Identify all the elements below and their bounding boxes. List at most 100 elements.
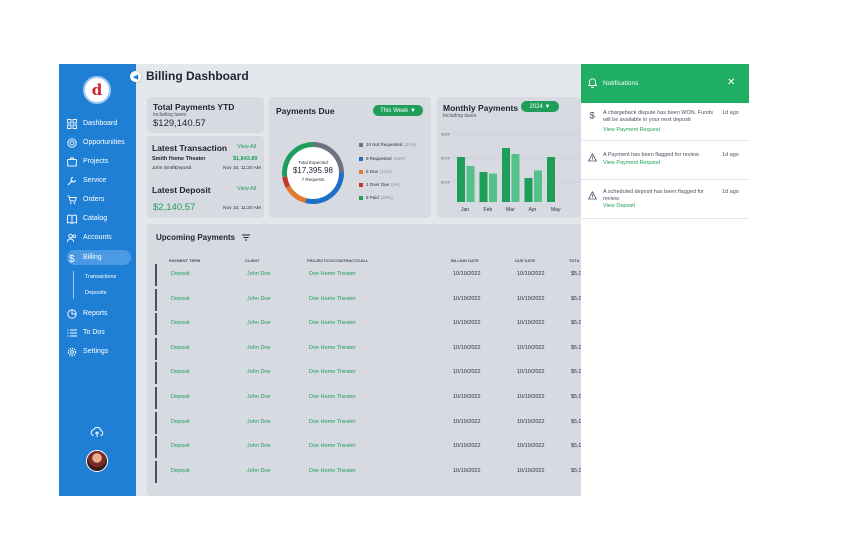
app-window: d Dashboard Opportunities Projects Servi… bbox=[59, 64, 749, 496]
cell-project[interactable]: Doe Home Theater bbox=[309, 443, 356, 449]
sidebar-item-projects[interactable]: Projects bbox=[67, 154, 135, 169]
cell-term[interactable]: Deposit bbox=[171, 345, 190, 351]
year-filter-dropdown[interactable]: 2024 ▼ bbox=[521, 101, 559, 112]
sidebar-item-accounts[interactable]: Accounts bbox=[67, 230, 135, 245]
column-header-client[interactable]: CLIENT bbox=[245, 258, 259, 263]
bar-mar-1[interactable] bbox=[511, 154, 520, 202]
sidebar-item-billing[interactable]: $ Billing bbox=[67, 250, 131, 265]
sidebar-item-service[interactable]: Service bbox=[67, 173, 135, 188]
notification-link[interactable]: View Payment Request bbox=[603, 160, 660, 166]
cell-client[interactable]: John Doe bbox=[247, 345, 271, 351]
bar-jan-0[interactable] bbox=[457, 157, 465, 202]
sidebar-item-reports[interactable]: Reports bbox=[67, 306, 135, 321]
cell-project[interactable]: Doe Home Theater bbox=[309, 271, 356, 277]
cell-billing-date: 10/10/2022 bbox=[453, 394, 481, 400]
donut-label: Total Expected bbox=[298, 160, 328, 165]
table-row[interactable]: Deposit John Doe Doe Home Theater 10/10/202… bbox=[155, 362, 585, 385]
latest-transaction-view-all[interactable]: View All bbox=[237, 144, 256, 150]
column-header-billing-date[interactable]: BILLING DATE bbox=[451, 258, 479, 263]
cell-client[interactable]: John Doe bbox=[247, 419, 271, 425]
sidebar-item-opportunities[interactable]: Opportunities bbox=[67, 135, 135, 150]
table-row[interactable]: Deposit John Doe Doe Home Theater 10/10/202… bbox=[155, 288, 585, 311]
cell-term[interactable]: Deposit bbox=[171, 271, 190, 277]
cell-due-date: 10/10/2022 bbox=[517, 369, 545, 376]
bar-may-0[interactable] bbox=[547, 157, 555, 202]
notifications-title: Notifications bbox=[603, 80, 639, 87]
sidebar-subitem-transactions[interactable]: Transactions bbox=[85, 274, 116, 280]
legend-swatch bbox=[359, 156, 363, 161]
cell-client[interactable]: John Doe bbox=[247, 296, 271, 302]
latest-transaction-title: Latest Transaction bbox=[152, 143, 228, 153]
cell-project[interactable]: Doe Home Theater bbox=[309, 345, 356, 351]
cell-term[interactable]: Deposit bbox=[171, 369, 190, 375]
legend-label: 10 Not Requested bbox=[366, 142, 403, 147]
latest-deposit-view-all[interactable]: View All bbox=[237, 186, 256, 192]
y-tick-label: $10K bbox=[441, 180, 451, 185]
filter-icon[interactable] bbox=[242, 234, 250, 241]
bar-mar-0[interactable] bbox=[502, 148, 510, 202]
bar-feb-1[interactable] bbox=[489, 173, 497, 203]
cell-term[interactable]: Deposit bbox=[171, 296, 190, 302]
column-header-project[interactable]: PROJECT/CO/CONTRACT/CALL bbox=[307, 258, 368, 263]
sidebar-item-dashboard[interactable]: Dashboard bbox=[67, 116, 135, 131]
latest-card: Latest Transaction View All Smith Home T… bbox=[147, 136, 264, 218]
bar-jan-1[interactable] bbox=[466, 166, 475, 202]
bar-feb-0[interactable] bbox=[479, 172, 488, 202]
bar-apr-1[interactable] bbox=[534, 170, 542, 203]
wrench-icon bbox=[67, 176, 76, 185]
transaction-name: Smith Home Theater bbox=[152, 156, 206, 162]
warning-icon bbox=[588, 191, 597, 200]
table-row[interactable]: Deposit John Doe Doe Home Theater 10/10/202… bbox=[155, 387, 585, 409]
sidebar-item-orders[interactable]: Orders bbox=[67, 192, 135, 207]
column-header-due-date[interactable]: DUE DATE bbox=[515, 258, 535, 263]
table-row[interactable]: Deposit John Doe Doe Home Theater 10/10/202… bbox=[155, 337, 585, 360]
x-tick-label: Feb bbox=[484, 207, 493, 213]
cell-term[interactable]: Deposit bbox=[171, 320, 190, 326]
bell-icon bbox=[588, 78, 597, 88]
close-icon[interactable]: ✕ bbox=[727, 77, 735, 88]
cell-project[interactable]: Doe Home Theater bbox=[309, 394, 356, 400]
week-filter-dropdown[interactable]: This Week ▼ bbox=[373, 105, 423, 116]
collapse-sidebar-button[interactable]: ◀ bbox=[130, 71, 141, 82]
cell-project[interactable]: Doe Home Theater bbox=[309, 468, 356, 474]
cell-client[interactable]: John Doe bbox=[247, 320, 271, 326]
cell-client[interactable]: John Doe bbox=[247, 394, 271, 400]
list-icon bbox=[67, 328, 77, 337]
legend-pct: (21%) bbox=[404, 142, 417, 147]
app-logo[interactable]: d bbox=[83, 76, 111, 104]
table-row[interactable]: Deposit John Doe Doe Home Theater 10/10/202… bbox=[155, 411, 585, 434]
cell-term[interactable]: Deposit bbox=[171, 443, 190, 449]
cell-client[interactable]: John Doe bbox=[247, 443, 271, 449]
cell-project[interactable]: Doe Home Theater bbox=[309, 419, 356, 425]
cell-project[interactable]: Doe Home Theater bbox=[309, 369, 356, 375]
bar-apr-0[interactable] bbox=[524, 178, 533, 202]
notification-item[interactable]: A scheduled deposit has been flagged for… bbox=[581, 181, 749, 219]
cell-project[interactable]: Doe Home Theater bbox=[309, 296, 356, 302]
sidebar-item-todos[interactable]: To Dos bbox=[67, 325, 135, 340]
cloud-upload-icon[interactable] bbox=[90, 426, 104, 438]
cell-client[interactable]: John Doe bbox=[247, 369, 271, 375]
notification-link[interactable]: View Payment Request bbox=[603, 127, 660, 133]
notification-link[interactable]: View Deposit bbox=[603, 203, 635, 209]
cell-client[interactable]: John Doe bbox=[247, 271, 271, 277]
notification-time: 1d ago bbox=[722, 152, 739, 158]
cell-billing-date: 10/10/2022 bbox=[453, 369, 481, 376]
sidebar-item-settings[interactable]: Settings bbox=[67, 344, 135, 359]
cell-term[interactable]: Deposit bbox=[171, 468, 190, 474]
table-row[interactable]: Deposit John Doe Doe Home Theater 10/10/202… bbox=[155, 264, 585, 286]
column-header-total[interactable]: TOTA bbox=[569, 258, 580, 263]
sidebar-subitem-deposits[interactable]: Deposits bbox=[85, 290, 106, 296]
sidebar-item-catalog[interactable]: Catalog bbox=[67, 211, 135, 226]
cell-term[interactable]: Deposit bbox=[171, 419, 190, 425]
avatar[interactable] bbox=[86, 450, 108, 472]
notification-item[interactable]: A Payment has been flagged for review. 1… bbox=[581, 142, 749, 180]
cell-billing-date: 10/10/2022 bbox=[453, 418, 481, 425]
column-header-term[interactable]: PAYMENT TERM bbox=[169, 258, 200, 263]
table-row[interactable]: Deposit John Doe Doe Home Theater 10/10/202… bbox=[155, 436, 585, 459]
notification-item[interactable]: $ A chargeback dispute has been WON. Fun… bbox=[581, 103, 749, 141]
table-row[interactable]: Deposit John Doe Doe Home Theater 10/10/202… bbox=[155, 313, 585, 336]
cell-term[interactable]: Deposit bbox=[171, 394, 190, 400]
cell-project[interactable]: Doe Home Theater bbox=[309, 320, 356, 326]
table-row[interactable]: Deposit John Doe Doe Home Theater 10/10/202… bbox=[155, 460, 585, 483]
cell-client[interactable]: John Doe bbox=[247, 468, 271, 474]
